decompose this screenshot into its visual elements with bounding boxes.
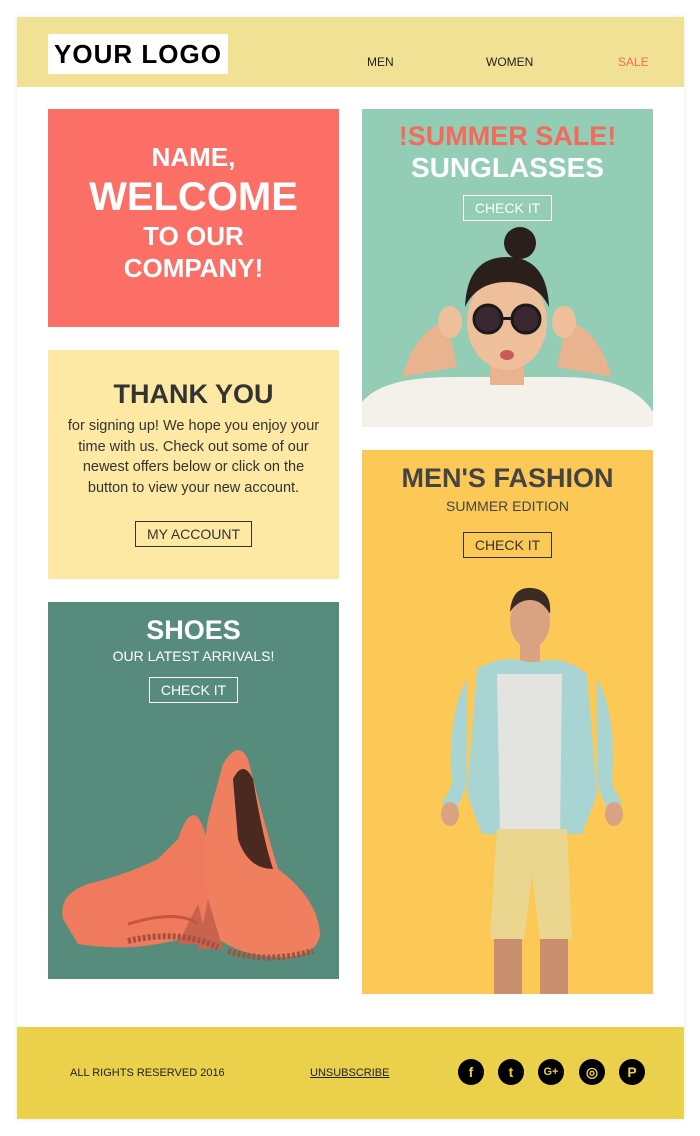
- nav-women[interactable]: WOMEN: [486, 55, 533, 69]
- sunglasses-title: SUNGLASSES: [411, 152, 604, 183]
- footer-bar: ALL RIGHTS RESERVED 2016 UNSUBSCRIBE f t…: [17, 1027, 684, 1119]
- shoes-card: SHOES OUR LATEST ARRIVALS! CHECK IT: [48, 602, 339, 979]
- copyright-text: ALL RIGHTS RESERVED 2016: [70, 1067, 225, 1079]
- thank-you-card: THANK YOU for signing up! We hope you en…: [48, 350, 339, 579]
- thank-you-body: for signing up! We hope you enjoy your t…: [67, 418, 320, 496]
- mens-check-it-button[interactable]: CHECK IT: [462, 532, 553, 558]
- shoes-check-it-button[interactable]: CHECK IT: [148, 677, 239, 703]
- mens-fashion-model-image: [441, 587, 623, 994]
- instagram-icon[interactable]: ◎: [579, 1059, 605, 1085]
- mens-fashion-card: MEN'S FASHION SUMMER EDITION CHECK IT: [362, 450, 653, 994]
- summer-sale-card: !SUMMER SALE! SUNGLASSES CHECK IT: [362, 109, 653, 427]
- welcome-card: NAME, WELCOME TO OUR COMPANY!: [48, 109, 339, 327]
- pinterest-icon[interactable]: P: [619, 1059, 645, 1085]
- header-bar: YOUR LOGO MEN WOMEN SALE: [17, 17, 684, 87]
- welcome-line3: TO OUR: [143, 221, 244, 251]
- unsubscribe-link[interactable]: UNSUBSCRIBE: [310, 1067, 389, 1079]
- thank-you-heading: THANK YOU: [113, 379, 274, 409]
- nav-men[interactable]: MEN: [367, 55, 394, 69]
- nav-sale[interactable]: SALE: [618, 55, 649, 69]
- welcome-heading: WELCOME: [89, 175, 298, 219]
- logo[interactable]: YOUR LOGO: [48, 34, 228, 74]
- facebook-icon[interactable]: f: [458, 1059, 484, 1085]
- twitter-icon[interactable]: t: [498, 1059, 524, 1085]
- welcome-line4: COMPANY!: [123, 253, 264, 283]
- mens-fashion-title: MEN'S FASHION: [401, 463, 614, 493]
- my-account-button[interactable]: MY ACCOUNT: [134, 521, 253, 547]
- shoes-image: [62, 750, 320, 961]
- mens-fashion-subtitle: SUMMER EDITION: [446, 498, 569, 514]
- shoes-title: SHOES: [146, 615, 241, 645]
- google-plus-icon[interactable]: G+: [538, 1059, 564, 1085]
- welcome-name: NAME,: [151, 142, 236, 172]
- summer-check-it-button[interactable]: CHECK IT: [462, 195, 553, 221]
- summer-sale-title: !SUMMER SALE!: [398, 121, 617, 151]
- shoes-subtitle: OUR LATEST ARRIVALS!: [112, 648, 275, 664]
- sunglasses-model-image: [362, 227, 653, 427]
